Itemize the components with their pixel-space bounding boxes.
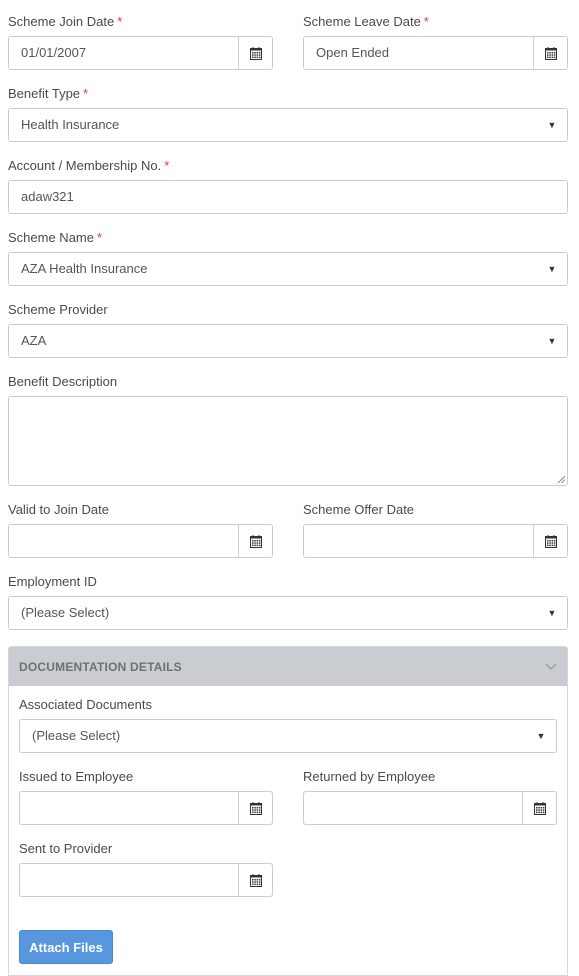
calendar-icon[interactable] [533,525,567,557]
calendar-icon[interactable] [533,37,567,69]
benefit-form: Scheme Join Date * 01/01/2007 Scheme Leav… [0,0,579,976]
label-text: Employment ID [8,574,97,589]
sent-to-provider-label: Sent to Provider [19,841,112,857]
account-no-label: Account / Membership No. * [8,158,169,174]
caret-down-icon[interactable]: ▼ [526,731,556,741]
benefit-type-select[interactable]: Health Insurance ▼ [8,108,568,142]
returned-by-employee-label: Returned by Employee [303,769,435,785]
scheme-leave-date-input[interactable]: Open Ended [304,37,533,69]
required-marker: * [117,14,123,29]
documentation-panel-title: DOCUMENTATION DETAILS [19,659,182,674]
label-text: Scheme Join Date [8,14,115,29]
scheme-leave-date-label: Scheme Leave Date * [303,14,429,30]
valid-to-join-date-field[interactable] [8,524,273,558]
scheme-provider-label: Scheme Provider [8,302,108,318]
required-marker: * [83,86,89,101]
label-text: Associated Documents [19,697,152,712]
account-no-input[interactable]: adaw321 [9,181,567,213]
required-marker: * [96,230,103,245]
calendar-icon[interactable] [522,792,556,824]
label-text: Account / Membership No. [8,158,162,173]
valid-to-join-date-label: Valid to Join Date [8,502,109,518]
caret-down-icon[interactable]: ▼ [537,336,567,346]
resize-handle-icon[interactable] [557,475,565,483]
scheme-provider-value: AZA [21,333,47,348]
scheme-join-date-input[interactable]: 01/01/2007 [9,37,238,69]
attach-files-button[interactable]: Attach Files [19,930,113,964]
calendar-icon[interactable] [238,792,272,824]
label-text: Benefit Description [8,374,118,389]
scheme-leave-date-field[interactable]: Open Ended [303,36,568,70]
benefit-type-label: Benefit Type * [8,86,88,102]
scheme-offer-date-field[interactable] [303,524,568,558]
chevron-down-icon[interactable] [545,662,557,671]
label-text: Valid to Join Date [8,502,109,517]
scheme-join-date-field[interactable]: 01/01/2007 [8,36,273,70]
benefit-description-label: Benefit Description [8,374,117,390]
label-text: Scheme Provider [8,302,108,317]
caret-down-icon[interactable]: ▼ [537,608,567,618]
scheme-name-value: AZA Health Insurance [21,261,148,276]
calendar-icon[interactable] [238,525,272,557]
calendar-icon[interactable] [238,864,272,896]
scheme-provider-select[interactable]: AZA ▼ [8,324,568,358]
benefit-description-textarea[interactable] [8,396,568,486]
caret-down-icon[interactable]: ▼ [537,264,567,274]
scheme-name-label: Scheme Name * [8,230,102,246]
sent-to-provider-field[interactable] [19,863,273,897]
benefit-type-value: Health Insurance [21,117,120,132]
scheme-offer-date-label: Scheme Offer Date [303,502,414,518]
documentation-panel-header[interactable]: DOCUMENTATION DETAILS [9,647,567,686]
calendar-icon[interactable] [238,37,272,69]
scheme-join-date-label: Scheme Join Date * [8,14,122,30]
required-marker: * [423,14,429,29]
label-text: Sent to Provider [19,841,113,856]
associated-documents-label: Associated Documents [19,697,152,713]
returned-by-employee-field[interactable] [303,791,557,825]
scheme-name-select[interactable]: AZA Health Insurance ▼ [8,252,568,286]
label-text: Returned by Employee [303,769,436,784]
issued-to-employee-label: Issued to Employee [19,769,133,785]
employment-id-value: (Please Select) [21,605,110,620]
employment-id-label: Employment ID [8,574,97,590]
label-text: Scheme Offer Date [303,502,415,517]
label-text: Benefit Type [8,86,81,101]
label-text: Issued to Employee [19,769,134,784]
caret-down-icon[interactable]: ▼ [537,120,567,130]
associated-documents-select[interactable]: (Please Select) ▼ [19,719,557,753]
label-text: Scheme Name [8,230,94,245]
associated-documents-value: (Please Select) [32,728,121,743]
label-text: Scheme Leave Date [303,14,421,29]
issued-to-employee-field[interactable] [19,791,273,825]
account-no-field[interactable]: adaw321 [8,180,568,214]
employment-id-select[interactable]: (Please Select) ▼ [8,596,568,630]
required-marker: * [164,158,170,173]
